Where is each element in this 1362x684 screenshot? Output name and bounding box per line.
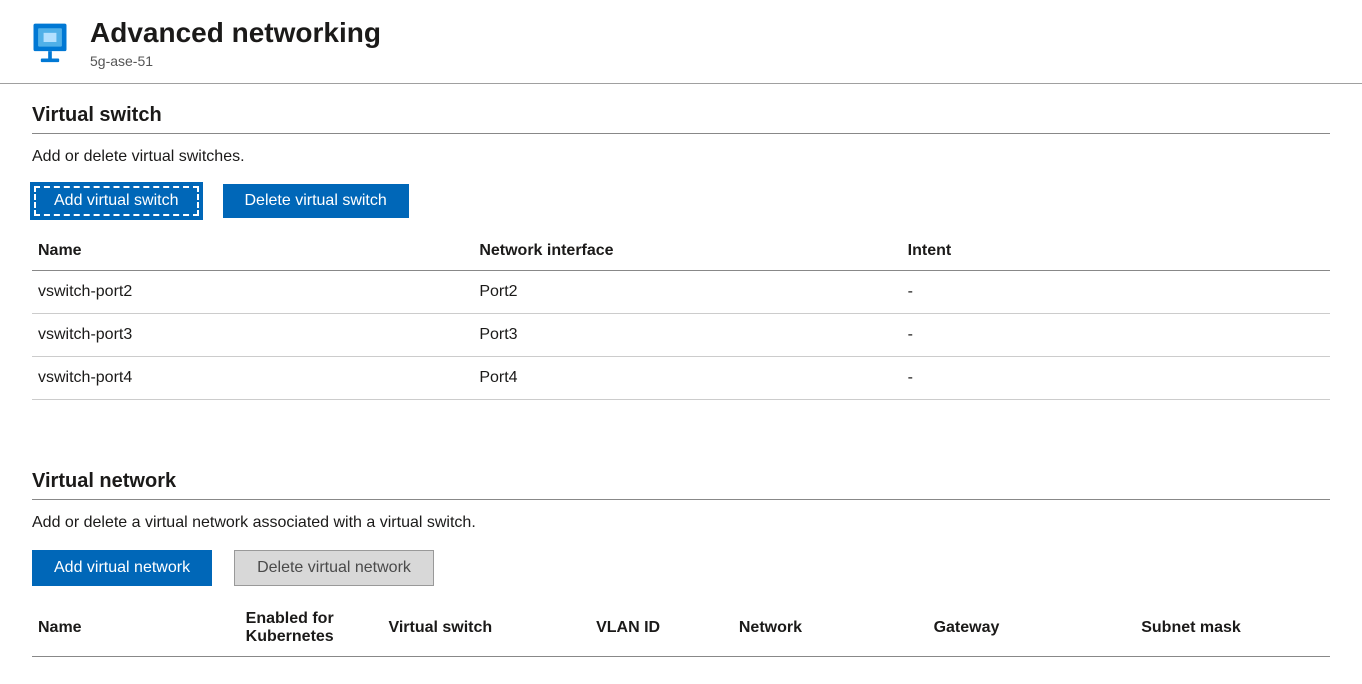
page-title: Advanced networking — [90, 18, 381, 49]
virtual-network-table: Name Enabled for Kubernetes Virtual swit… — [32, 600, 1330, 657]
col-name[interactable]: Name — [32, 232, 473, 271]
add-virtual-network-button[interactable]: Add virtual network — [32, 550, 212, 586]
col-gateway[interactable]: Gateway — [928, 600, 1136, 657]
virtual-network-heading: Virtual network — [32, 470, 1330, 500]
delete-virtual-switch-button[interactable]: Delete virtual switch — [223, 184, 409, 218]
networking-icon — [28, 20, 72, 64]
cell-name: vswitch-port2 — [32, 270, 473, 313]
col-name[interactable]: Name — [32, 600, 240, 657]
cell-name: vswitch-port3 — [32, 313, 473, 356]
col-intent[interactable]: Intent — [902, 232, 1330, 271]
table-row[interactable]: vswitch-port4 Port4 - — [32, 356, 1330, 399]
cell-intent: - — [902, 270, 1330, 313]
virtual-switch-table: Name Network interface Intent vswitch-po… — [32, 232, 1330, 400]
col-enabled-for-kubernetes[interactable]: Enabled for Kubernetes — [240, 600, 383, 657]
cell-name: vswitch-port4 — [32, 356, 473, 399]
virtual-network-section: Virtual network Add or delete a virtual … — [0, 450, 1362, 657]
col-network-interface[interactable]: Network interface — [473, 232, 901, 271]
delete-virtual-network-button[interactable]: Delete virtual network — [234, 550, 434, 586]
col-network[interactable]: Network — [733, 600, 928, 657]
table-header-row: Name Enabled for Kubernetes Virtual swit… — [32, 600, 1330, 657]
cell-intent: - — [902, 313, 1330, 356]
cell-iface: Port3 — [473, 313, 901, 356]
col-subnet-mask[interactable]: Subnet mask — [1135, 600, 1330, 657]
cell-iface: Port4 — [473, 356, 901, 399]
table-row[interactable]: vswitch-port2 Port2 - — [32, 270, 1330, 313]
page-subtitle: 5g-ase-51 — [90, 53, 381, 69]
table-header-row: Name Network interface Intent — [32, 232, 1330, 271]
page-header: Advanced networking 5g-ase-51 — [0, 0, 1362, 84]
cell-iface: Port2 — [473, 270, 901, 313]
virtual-switch-description: Add or delete virtual switches. — [32, 148, 1330, 166]
virtual-switch-section: Virtual switch Add or delete virtual swi… — [0, 84, 1362, 400]
col-virtual-switch[interactable]: Virtual switch — [382, 600, 590, 657]
cell-intent: - — [902, 356, 1330, 399]
table-row[interactable]: vswitch-port3 Port3 - — [32, 313, 1330, 356]
add-virtual-switch-button[interactable]: Add virtual switch — [32, 184, 201, 218]
virtual-network-description: Add or delete a virtual network associat… — [32, 514, 1330, 532]
virtual-switch-heading: Virtual switch — [32, 104, 1330, 134]
col-vlan-id[interactable]: VLAN ID — [590, 600, 733, 657]
